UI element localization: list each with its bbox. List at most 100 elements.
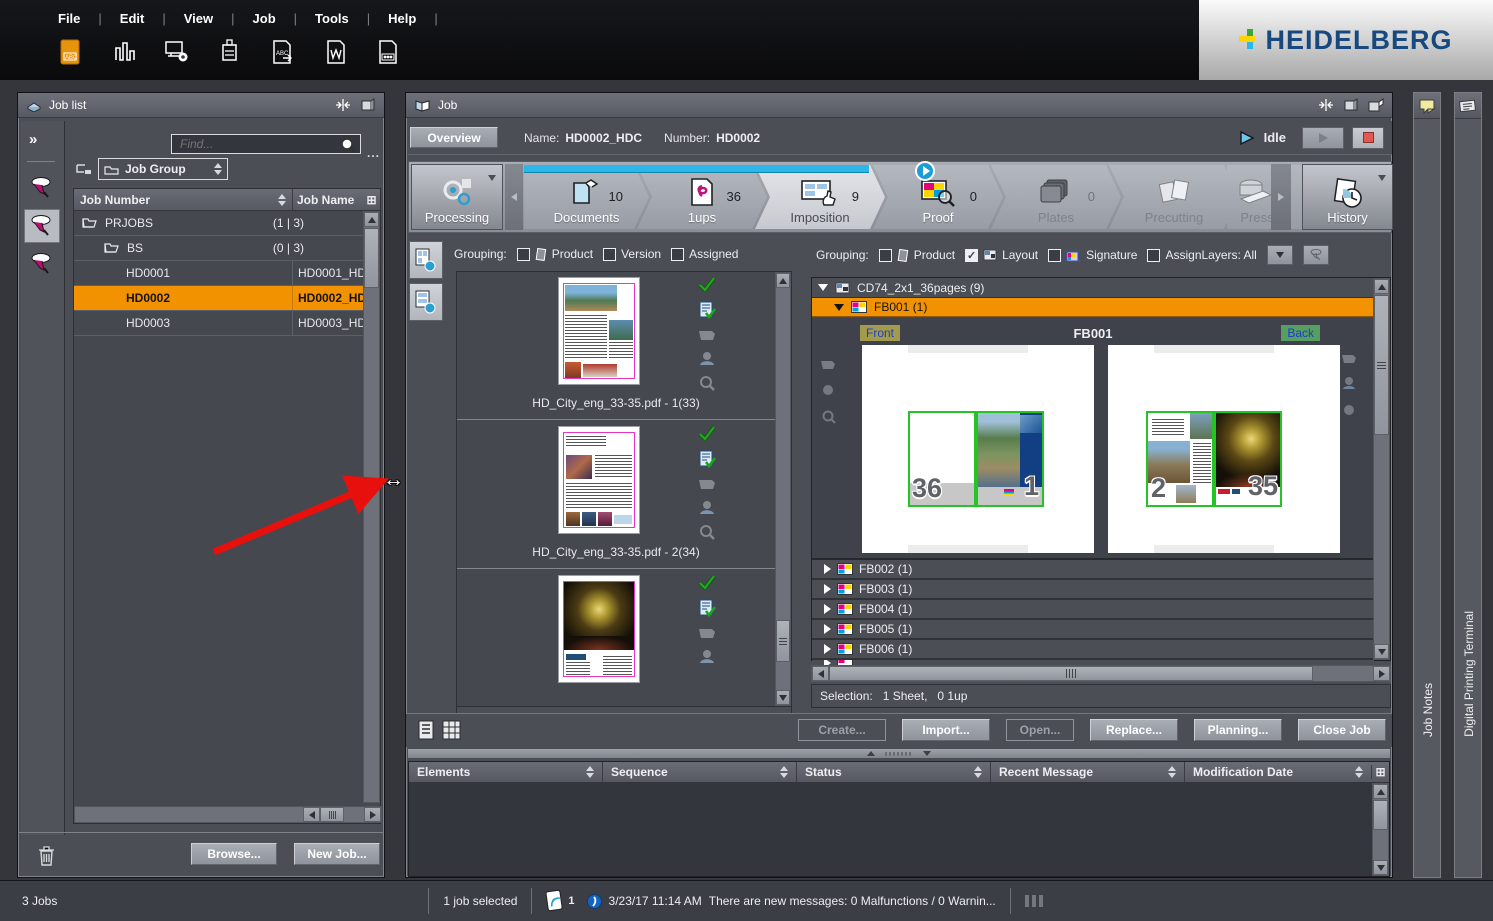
front-page-slot-1[interactable]: 1 <box>976 411 1044 507</box>
open-button[interactable]: Open... <box>1006 719 1074 741</box>
collapse-panel-icon[interactable] <box>1318 98 1334 112</box>
scroll-down-button[interactable] <box>1374 644 1389 659</box>
sheets-hscrollbar[interactable] <box>811 665 1391 682</box>
sheet-filter-button[interactable] <box>1303 245 1329 265</box>
overview-tab[interactable]: Overview <box>410 127 498 148</box>
job-table-vscrollbar[interactable] <box>363 211 380 803</box>
job-group-row-bs[interactable]: BS (0 | 3) <box>74 236 380 261</box>
scroll-up-button[interactable] <box>776 273 790 288</box>
scroll-thumb[interactable] <box>364 228 379 288</box>
chain-step-proof[interactable]: 0 Proof <box>873 165 1003 229</box>
maximize-panel-icon[interactable] <box>1367 98 1384 112</box>
more-options-label[interactable]: ... <box>367 146 380 160</box>
trash-icon[interactable] <box>38 845 55 867</box>
scroll-up-button[interactable] <box>1373 784 1388 799</box>
menu-edit[interactable]: Edit <box>110 9 155 28</box>
close-job-button[interactable]: Close Job <box>1298 719 1386 741</box>
column-elements[interactable]: Elements <box>409 762 603 782</box>
filter-funnel-3-icon[interactable] <box>29 251 55 277</box>
create-button[interactable]: Create... <box>798 719 886 741</box>
notification-device-icon[interactable]: 1 <box>532 889 586 913</box>
scroll-thumb[interactable] <box>1373 800 1388 830</box>
grouping-layout[interactable]: ✓ Layout <box>965 248 1038 262</box>
job-group-row-prjobs[interactable]: PRJOBS (1 | 3) <box>74 211 380 236</box>
column-config-icon[interactable]: ⊞ <box>363 193 380 207</box>
chain-scroll-left[interactable] <box>505 164 523 230</box>
message-area[interactable]: 3/23/17 11:14 AM There are new messages:… <box>587 894 996 909</box>
menu-help[interactable]: Help <box>378 9 426 28</box>
planning-button[interactable]: Planning... <box>1194 719 1282 741</box>
oneups-vscrollbar[interactable] <box>775 272 791 706</box>
document-chain-icon[interactable] <box>372 36 406 68</box>
grouping-assign-layers[interactable]: AssignLayers: All <box>1147 248 1256 262</box>
document-w-icon[interactable] <box>319 36 353 68</box>
sheet-tree-vscrollbar[interactable] <box>1373 278 1390 660</box>
scroll-up-button[interactable] <box>364 212 379 227</box>
job-row-hd0002-selected[interactable]: HD0002 HD0002_HD <box>74 286 380 311</box>
grouping-version[interactable]: Version <box>603 247 661 261</box>
grouping-product[interactable]: Product <box>517 247 593 261</box>
undock-panel-icon[interactable] <box>1342 98 1359 112</box>
scroll-up-button[interactable] <box>1374 279 1389 294</box>
history-button[interactable]: History <box>1302 164 1393 230</box>
grouping-signature[interactable]: Signature <box>1048 248 1137 262</box>
find-input[interactable] <box>171 134 361 154</box>
view-list-toggle-icon[interactable] <box>418 720 436 743</box>
elements-table-vscrollbar[interactable] <box>1372 783 1389 876</box>
new-job-button[interactable]: New Job... <box>294 843 380 865</box>
start-button[interactable] <box>1302 127 1344 149</box>
dpt-icon-box[interactable] <box>1455 93 1481 119</box>
scroll-thumb[interactable] <box>1374 295 1389 435</box>
back-sheet-preview[interactable]: 2 35 <box>1108 345 1340 553</box>
sort-icon[interactable] <box>278 194 286 206</box>
grouping-assigned[interactable]: Assigned <box>671 247 738 261</box>
oneup-item-3[interactable] <box>457 570 775 706</box>
oneup-item-1[interactable]: HD_City_eng_33-35.pdf - 1(33) <box>457 272 775 420</box>
sheet-row-fb003[interactable]: FB003 (1) <box>812 580 1374 600</box>
job-table-hscrollbar[interactable] <box>74 806 382 823</box>
job-row-hd0003[interactable]: HD0003 HD0003_HD <box>74 311 380 336</box>
oneup-item-2[interactable]: HD_City_eng_33-35.pdf - 2(34) <box>457 421 775 569</box>
processing-button[interactable]: Processing <box>411 164 503 230</box>
job-notes-icon-box[interactable] <box>1414 93 1440 119</box>
sheet-row-fb002[interactable]: FB002 (1) <box>812 560 1374 580</box>
group-selector[interactable]: Job Group <box>98 158 228 180</box>
column-recent-message[interactable]: Recent Message <box>991 762 1185 782</box>
replace-button[interactable]: Replace... <box>1090 719 1178 741</box>
layout-group-row[interactable]: CD74_2x1_36pages (9) <box>812 278 1390 298</box>
scroll-right-button[interactable] <box>364 807 381 822</box>
menu-view[interactable]: View <box>174 9 223 28</box>
back-page-slot-35[interactable]: 35 <box>1214 411 1282 507</box>
oneup-view-detail-button[interactable] <box>409 283 443 321</box>
group-selector-spinner[interactable] <box>214 163 222 175</box>
tree-mode-icon[interactable] <box>76 163 92 175</box>
search-icon[interactable] <box>340 137 357 153</box>
job-notes-tab[interactable]: Job Notes <box>1413 92 1441 878</box>
filter-funnel-2-selected[interactable] <box>24 209 60 243</box>
sheet-row-fb005[interactable]: FB005 (1) <box>812 620 1374 640</box>
scroll-down-button[interactable] <box>776 690 790 705</box>
scroll-right-button[interactable] <box>1373 666 1390 681</box>
column-status[interactable]: Status <box>797 762 991 782</box>
scroll-thumb[interactable] <box>320 807 344 822</box>
column-header-job-name[interactable]: Job Name <box>293 193 363 207</box>
expanded-arrow-icon[interactable] <box>834 304 844 311</box>
column-modification-date[interactable]: Modification Date <box>1185 762 1371 782</box>
digital-printing-terminal-tab[interactable]: Digital Printing Terminal <box>1454 92 1482 878</box>
filter-funnel-1-icon[interactable] <box>29 175 55 201</box>
device-tool-icon[interactable] <box>213 36 247 68</box>
front-page-slot-36[interactable]: 36 <box>908 411 976 507</box>
oneup-view-list-button[interactable] <box>409 241 443 279</box>
undock-panel-icon[interactable] <box>359 98 376 112</box>
chain-step-plates[interactable]: 0 Plates <box>991 165 1121 229</box>
chain-step-1ups[interactable]: 36 1ups <box>637 165 767 229</box>
scroll-thumb[interactable] <box>776 620 790 662</box>
menu-file[interactable]: File <box>48 9 90 28</box>
horizontal-splitter[interactable] <box>408 749 1390 758</box>
column-sequence[interactable]: Sequence <box>603 762 797 782</box>
chart-tool-icon[interactable] <box>107 36 141 68</box>
expanded-arrow-icon[interactable] <box>818 284 828 291</box>
chain-scroll-right[interactable] <box>1271 164 1291 230</box>
statusbar-grip[interactable] <box>1011 895 1043 907</box>
chain-step-precutting[interactable]: Precutting <box>1109 165 1239 229</box>
